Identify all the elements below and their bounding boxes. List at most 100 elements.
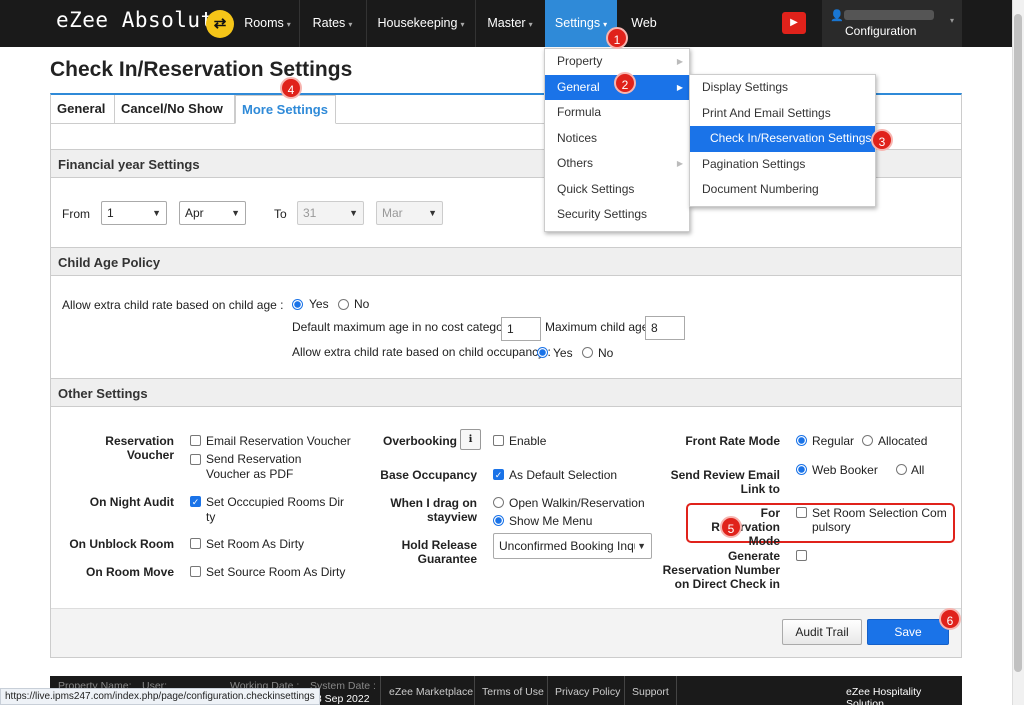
room-compulsory-checkbox[interactable] <box>796 507 807 518</box>
menu-item-security-settings[interactable]: Security Settings <box>545 202 689 228</box>
show-menu-radio[interactable] <box>493 515 504 526</box>
section-child-age-policy: Child Age Policy <box>51 247 961 276</box>
regular-label: Regular <box>812 434 855 448</box>
tab-more-settings[interactable]: More Settings <box>235 95 336 124</box>
from-day-select[interactable]: 1 ▼ <box>101 201 167 225</box>
info-icon[interactable]: ℹ <box>460 429 481 450</box>
max-child-age-input[interactable]: 8 <box>645 316 685 340</box>
user-menu[interactable]: 👤 ▾ Configuration <box>822 0 962 47</box>
user-section-label: Configuration <box>845 24 917 38</box>
submenu-pagination-settings[interactable]: Pagination Settings <box>690 152 875 178</box>
to-label: To <box>274 207 287 221</box>
page-title: Check In/Reservation Settings <box>50 58 353 81</box>
occupied-dirty-label: Set Occcupied Rooms Dirty <box>206 495 345 524</box>
step-badge-4: 4 <box>280 77 302 99</box>
chevron-down-icon: ▼ <box>152 208 161 218</box>
unblock-room-dirty-checkbox[interactable] <box>190 538 201 549</box>
web-booker-radio[interactable] <box>796 464 807 475</box>
nav-housekeeping[interactable]: Housekeeping ▾ <box>367 0 475 47</box>
email-voucher-label: Email Reservation Voucher <box>206 434 351 448</box>
on-room-move-label: On Room Move <box>85 565 174 579</box>
room-move-dirty-checkbox[interactable] <box>190 566 201 577</box>
default-selection-checkbox[interactable]: ✓ <box>493 469 504 480</box>
nav-master[interactable]: Master ▾ <box>476 0 544 47</box>
footer-divider <box>380 676 381 705</box>
submenu-display-settings[interactable]: Display Settings <box>690 75 875 101</box>
youtube-icon[interactable]: ▶ <box>782 12 806 34</box>
menu-item-formula[interactable]: Formula <box>545 100 689 126</box>
child-occupancy-label: Allow extra child rate based on child oc… <box>292 345 551 359</box>
show-menu-label: Show Me Menu <box>509 514 593 528</box>
menu-item-others[interactable]: Others ▶ <box>545 151 689 177</box>
status-bar-url: https://live.ipms247.com/index.php/page/… <box>0 688 320 705</box>
step-badge-1: 1 <box>606 27 628 49</box>
footer-divider <box>624 676 625 705</box>
occupancy-yes-radio[interactable] <box>537 347 548 358</box>
max-child-age-label: Maximum child age <box>545 320 649 334</box>
web-booker-label: Web Booker <box>812 463 878 477</box>
audit-trail-button[interactable]: Audit Trail <box>782 619 862 645</box>
on-night-audit-label: On Night Audit <box>89 495 174 509</box>
default-selection-label: As Default Selection <box>509 468 618 482</box>
default-age-input[interactable]: 1 <box>501 317 541 341</box>
footer-link-support[interactable]: Support <box>632 686 669 698</box>
overbooking-enable-checkbox[interactable] <box>493 435 504 446</box>
submenu-document-numbering[interactable]: Document Numbering <box>690 177 875 203</box>
from-month-select[interactable]: Apr ▼ <box>179 201 246 225</box>
occupancy-yes-label: Yes <box>553 346 573 360</box>
step-badge-5: 5 <box>720 516 742 538</box>
menu-item-property[interactable]: Property ▶ <box>545 49 689 75</box>
to-day-select: 31 ▼ <box>297 201 364 225</box>
tab-cancel-no-show[interactable]: Cancel/No Show <box>115 95 235 123</box>
submenu-checkin-reservation-settings[interactable]: Check In/Reservation Settings <box>690 126 875 152</box>
menu-item-quick-settings[interactable]: Quick Settings <box>545 177 689 203</box>
occupancy-no-label: No <box>598 346 614 360</box>
step-badge-3: 3 <box>871 129 893 151</box>
regular-radio[interactable] <box>796 435 807 446</box>
generate-res-number-label: Generate Reservation Number on Direct Ch… <box>662 549 780 591</box>
occupied-dirty-checkbox[interactable]: ✓ <box>190 496 201 507</box>
child-rate-yes-label: Yes <box>309 297 329 311</box>
all-label: All <box>911 463 925 477</box>
save-button[interactable]: Save <box>867 619 949 645</box>
user-menu-caret: ▾ <box>950 16 955 25</box>
hold-release-select[interactable]: Unconfirmed Booking Inqui ▼ <box>493 533 652 559</box>
email-voucher-checkbox[interactable] <box>190 435 201 446</box>
child-rate-yes-radio[interactable] <box>292 299 303 310</box>
send-voucher-pdf-label: Send Reservation Voucher as PDF <box>206 452 302 481</box>
send-review-label: Send Review Email Link to <box>670 468 780 496</box>
nav-rooms[interactable]: Rooms ▾ <box>236 0 299 47</box>
submenu-print-email-settings[interactable]: Print And Email Settings <box>690 101 875 127</box>
menu-item-notices[interactable]: Notices <box>545 126 689 152</box>
drag-stayview-label: When I drag on stayview <box>390 496 477 524</box>
footer-link-terms[interactable]: Terms of Use <box>482 686 544 698</box>
on-unblock-room-label: On Unblock Room <box>69 537 174 551</box>
footer-link-privacy[interactable]: Privacy Policy <box>555 686 620 698</box>
user-icon: 👤 <box>830 10 844 22</box>
allocated-radio[interactable] <box>862 435 873 446</box>
shuffle-icon[interactable]: ⇄ <box>206 10 234 38</box>
section-other-settings: Other Settings <box>51 378 961 407</box>
child-rate-no-radio[interactable] <box>338 299 349 310</box>
send-voucher-pdf-checkbox[interactable] <box>190 454 201 465</box>
front-rate-mode-label: Front Rate Mode <box>685 434 780 448</box>
nav-rates[interactable]: Rates ▾ <box>300 0 365 47</box>
footer-divider <box>676 676 677 705</box>
chevron-down-icon: ▼ <box>231 208 240 218</box>
footer-link-marketplace[interactable]: eZee Marketplace <box>389 686 473 698</box>
base-occupancy-label: Base Occupancy <box>380 468 477 482</box>
footer-divider <box>547 676 548 705</box>
scrollbar-thumb[interactable] <box>1014 14 1022 672</box>
generate-res-number-checkbox[interactable] <box>796 550 807 561</box>
open-walkin-radio[interactable] <box>493 497 504 508</box>
general-submenu: Display Settings Print And Email Setting… <box>689 74 876 207</box>
tab-general[interactable]: General <box>51 95 115 123</box>
all-radio[interactable] <box>896 464 907 475</box>
overbooking-enable-label: Enable <box>509 434 547 448</box>
default-age-label: Default maximum age in no cost category <box>292 320 513 334</box>
occupancy-no-radio[interactable] <box>582 347 593 358</box>
to-month-select: Mar ▼ <box>376 201 443 225</box>
user-name-obscured <box>844 10 934 20</box>
app-logo[interactable]: eZee Absolute <box>56 8 227 32</box>
allocated-label: Allocated <box>878 434 928 448</box>
